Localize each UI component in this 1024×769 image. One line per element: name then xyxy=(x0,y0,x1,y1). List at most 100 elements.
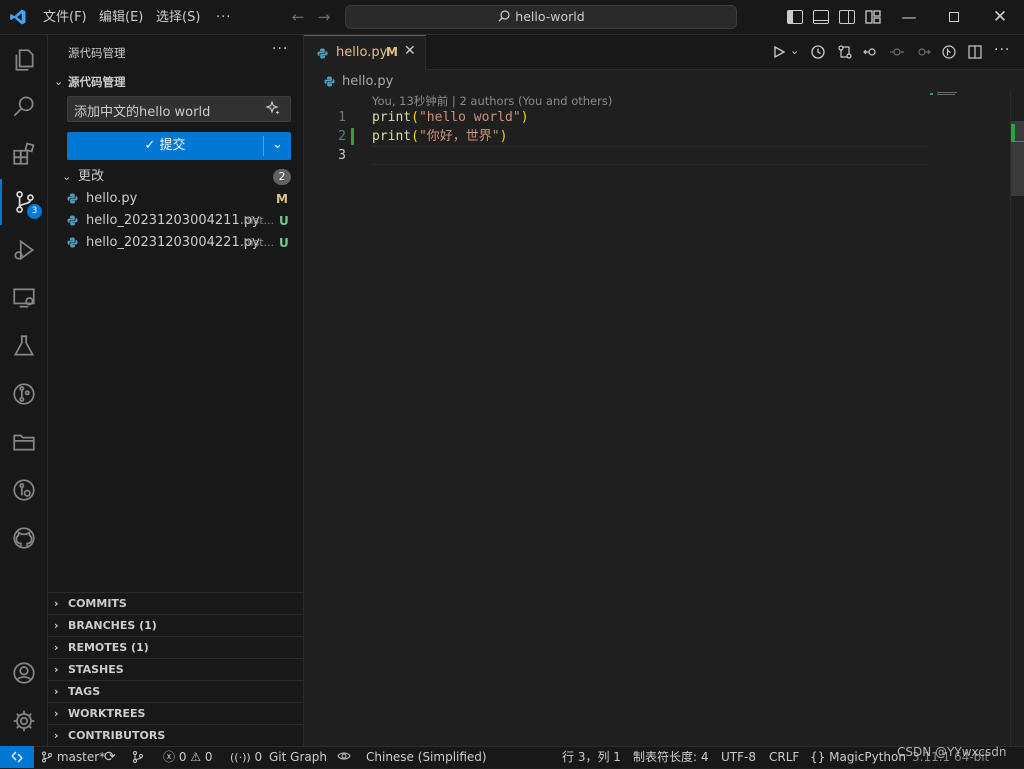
blame-codelens[interactable]: You, 13秒钟前 | 2 authors (You and others) xyxy=(372,93,612,109)
explorer-icon[interactable] xyxy=(0,37,48,83)
tab-size-indicator[interactable]: 制表符长度: 4 xyxy=(633,747,709,769)
forward-arrow-icon[interactable]: → xyxy=(314,0,334,35)
code-bracket: ( xyxy=(411,110,419,125)
github-icon[interactable] xyxy=(0,515,48,561)
error-icon: ⓧ xyxy=(163,750,176,764)
tab-close-icon[interactable]: ✕ xyxy=(404,43,416,59)
panel-label: WORKTREES xyxy=(68,707,146,720)
commit-options-chevron-icon[interactable]: ⌄ xyxy=(264,132,291,160)
language-mode[interactable]: {} MagicPython xyxy=(810,747,906,769)
minimap[interactable] xyxy=(930,91,1010,99)
chevron-right-icon: › xyxy=(54,685,59,698)
git-branch-icon xyxy=(42,751,52,763)
search-view-icon[interactable] xyxy=(0,83,48,129)
code-string: "你好，世界" xyxy=(418,129,500,144)
tab-hello-py[interactable]: hello.py M ✕ xyxy=(304,35,426,70)
changes-group-header[interactable]: ⌄ 更改 2 xyxy=(48,166,303,188)
panel-label: REMOTES (1) xyxy=(68,641,149,654)
warning-count: 0 xyxy=(204,750,213,764)
code-line[interactable]: 1 print("hello world") xyxy=(304,108,929,127)
publish-branch-icon[interactable] xyxy=(131,747,145,769)
cursor-position[interactable]: 行 3，列 1 xyxy=(562,747,621,769)
run-options-chevron-icon[interactable]: ⌄ xyxy=(790,44,799,57)
panel-remotes[interactable]: › REMOTES (1) xyxy=(48,636,303,658)
chevron-right-icon: › xyxy=(54,707,59,720)
remote-indicator[interactable] xyxy=(0,746,34,768)
command-center-search[interactable]: hello-world xyxy=(345,5,737,29)
sparkle-icon[interactable] xyxy=(265,100,281,120)
git-added-gutter[interactable] xyxy=(351,128,354,145)
panel-branches[interactable]: › BRANCHES (1) xyxy=(48,614,303,636)
source-control-sidebar: 源代码管理 ··· ⌄ 源代码管理 添加中文的hello world ✓ 提交 … xyxy=(48,35,304,746)
sync-icon[interactable]: ⟳ xyxy=(104,747,116,769)
ports-indicator[interactable]: ((·)) 0 xyxy=(230,747,262,769)
git-graph-button[interactable]: Git Graph xyxy=(269,747,327,769)
git-graph-icon[interactable] xyxy=(0,371,48,417)
editor-more-actions-icon[interactable]: ··· xyxy=(994,42,1010,58)
code-line-current[interactable]: 3 xyxy=(304,146,929,165)
accounts-icon[interactable] xyxy=(0,650,48,696)
previous-commit-icon[interactable] xyxy=(863,44,879,64)
remote-explorer-icon[interactable] xyxy=(0,275,48,321)
chevron-right-icon: › xyxy=(54,619,59,632)
changed-file-row[interactable]: hello_20231203004211.py .hist... U xyxy=(48,210,303,232)
menu-more-icon[interactable]: ··· xyxy=(216,0,231,35)
current-line-highlight xyxy=(372,146,929,165)
changed-file-row[interactable]: hello.py M xyxy=(48,188,303,210)
warning-icon: ⚠ xyxy=(190,750,202,764)
code-content: print("你好，世界") xyxy=(372,127,507,146)
menu-file[interactable]: 文件(F) xyxy=(43,0,87,35)
commit-button[interactable]: ✓ 提交 ⌄ xyxy=(67,132,291,160)
timeline-history-icon[interactable] xyxy=(810,44,826,64)
toggle-primary-sidebar-icon[interactable] xyxy=(787,10,803,24)
line-number: 1 xyxy=(338,110,346,125)
file-status-untracked: U xyxy=(279,236,289,250)
file-status-untracked: U xyxy=(279,214,289,228)
source-control-icon[interactable]: 3 xyxy=(0,179,48,225)
extensions-icon[interactable] xyxy=(0,131,48,177)
python-file-icon xyxy=(67,193,78,204)
commit-node-icon[interactable] xyxy=(889,44,905,64)
encoding-indicator[interactable]: UTF-8 xyxy=(721,747,756,769)
branch-indicator[interactable]: master* xyxy=(41,747,105,769)
panel-tags[interactable]: › TAGS xyxy=(48,680,303,702)
activity-bar: 3 xyxy=(0,35,48,746)
settings-gear-icon[interactable] xyxy=(0,698,48,744)
commit-message-input[interactable]: 添加中文的hello world xyxy=(67,96,291,122)
close-window-icon[interactable]: ✕ xyxy=(985,0,1015,35)
next-commit-icon[interactable] xyxy=(915,44,931,64)
toggle-panel-icon[interactable] xyxy=(813,10,829,24)
run-python-icon[interactable] xyxy=(772,45,786,63)
open-changes-icon[interactable] xyxy=(837,44,853,64)
menu-edit[interactable]: 编辑(E) xyxy=(99,0,143,35)
eol-indicator[interactable]: CRLF xyxy=(769,747,799,769)
problems-indicator[interactable]: ⓧ 0 ⚠ 0 xyxy=(163,747,213,769)
run-debug-icon[interactable] xyxy=(0,227,48,273)
back-arrow-icon[interactable]: ← xyxy=(288,0,308,35)
gitlens-inspect-icon[interactable] xyxy=(941,44,957,64)
customize-layout-icon[interactable] xyxy=(865,10,881,24)
tab-status: M xyxy=(386,45,398,59)
eye-icon[interactable] xyxy=(337,747,351,769)
toggle-secondary-sidebar-icon[interactable] xyxy=(839,10,855,24)
tab-label: hello.py xyxy=(336,45,388,60)
panel-worktrees[interactable]: › WORKTREES xyxy=(48,702,303,724)
vertical-scrollbar[interactable] xyxy=(1010,91,1024,746)
panel-commits[interactable]: › COMMITS xyxy=(48,592,303,614)
minimize-icon[interactable]: — xyxy=(894,0,924,35)
menu-selection[interactable]: 选择(S) xyxy=(156,0,200,35)
maximize-icon[interactable] xyxy=(949,12,959,22)
scm-section-header[interactable]: ⌄ 源代码管理 xyxy=(48,71,303,93)
ports-count: 0 xyxy=(254,750,263,764)
language-pack-indicator[interactable]: Chinese (Simplified) xyxy=(366,747,487,769)
sidebar-more-icon[interactable]: ··· xyxy=(272,41,288,57)
split-editor-icon[interactable] xyxy=(967,44,983,64)
vscode-logo-icon[interactable] xyxy=(9,8,27,26)
panel-contributors[interactable]: › CONTRIBUTORS xyxy=(48,724,303,746)
changed-file-row[interactable]: hello_20231203004221.py .hist... U xyxy=(48,232,303,254)
gitlens-icon[interactable] xyxy=(0,467,48,513)
testing-icon[interactable] xyxy=(0,323,48,369)
code-line[interactable]: 2 print("你好，世界") xyxy=(304,127,929,146)
panel-stashes[interactable]: › STASHES xyxy=(48,658,303,680)
project-manager-icon[interactable] xyxy=(0,419,48,465)
